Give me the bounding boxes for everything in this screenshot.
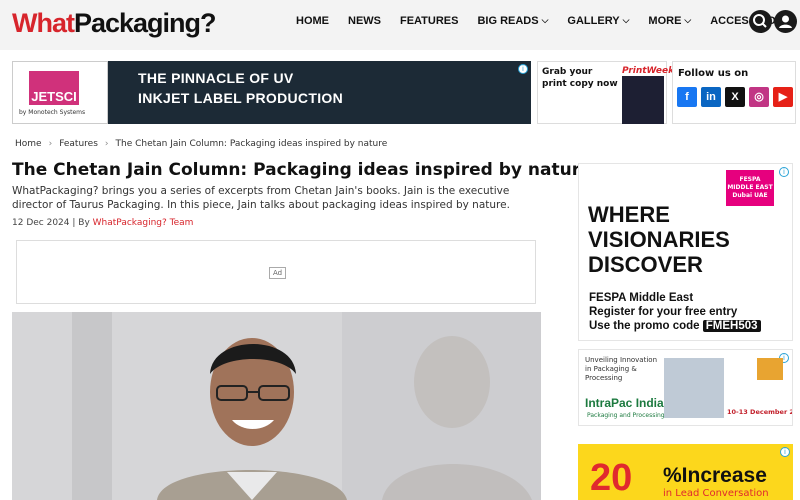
magazine-cover-image <box>622 76 664 124</box>
breadcrumb: Home › Features › The Chetan Jain Column… <box>15 139 387 149</box>
chevron-right-icon: › <box>104 139 109 149</box>
promo-code-badge: FMEH503 <box>702 320 761 332</box>
intrapac-date: 10-13 December 2025 <box>727 408 792 416</box>
follow-title: Follow us on <box>678 68 749 79</box>
site-header: WhatPackaging? HOME NEWS FEATURES BIG RE… <box>0 0 800 50</box>
chevron-down-icon: ⌵ <box>541 14 549 25</box>
article-date: 12 Dec 2024 <box>12 218 70 228</box>
intrapac-title: Unveiling Innovation in Packaging & Proc… <box>585 356 658 382</box>
article-hero-image <box>12 312 541 500</box>
intrapac-ad[interactable]: i Unveiling Innovation in Packaging & Pr… <box>578 349 793 426</box>
fespa-headline-3: DISCOVER <box>588 252 703 277</box>
article-author-link[interactable]: WhatPackaging? Team <box>93 218 194 228</box>
follow-us-panel: Follow us on f in X ◎ ▶ <box>672 61 796 124</box>
nav-home[interactable]: HOME <box>296 15 329 27</box>
breadcrumb-current: The Chetan Jain Column: Packaging ideas … <box>115 139 388 149</box>
nav-news-label: NEWS <box>348 15 381 27</box>
chevron-right-icon: › <box>48 139 53 149</box>
printweek-promo[interactable]: Grab your print copy now PrintWeek <box>537 61 674 124</box>
search-icon[interactable] <box>749 10 772 33</box>
site-logo[interactable]: WhatPackaging? <box>12 6 217 40</box>
fespa-headline-2: VISIONARIES <box>588 227 730 252</box>
article-meta: 12 Dec 2024 | By WhatPackaging? Team <box>12 218 194 228</box>
intrapac-name: IntraPac India <box>585 396 664 410</box>
jetsci-brand-sub: by Monotech Systems <box>19 109 86 116</box>
nav-news[interactable]: NEWS <box>348 15 381 27</box>
printweek-text: Grab your print copy now <box>542 67 618 89</box>
x-icon[interactable]: X <box>725 87 745 107</box>
increase-text: %Increase <box>663 464 767 487</box>
breadcrumb-features[interactable]: Features <box>59 139 98 149</box>
fespa-sub-3: Use the promo code <box>589 320 700 332</box>
ad-info-icon[interactable]: i <box>780 447 790 457</box>
nav-gallery[interactable]: GALLERY ⌵ <box>567 14 630 28</box>
logo-part-2: Packaging? <box>73 8 217 38</box>
nav-more[interactable]: MORE ⌵ <box>648 14 692 28</box>
intrapac-product-image <box>664 358 724 418</box>
jetsci-brand: JETSCI <box>29 71 79 105</box>
facebook-icon[interactable]: f <box>677 87 697 107</box>
banner-headline: THE PINNACLE OF UV INKJET LABEL PRODUCTI… <box>138 68 343 108</box>
nav-big-reads[interactable]: BIG READS ⌵ <box>477 14 549 28</box>
fespa-headline-1: WHERE <box>588 202 670 227</box>
nav-features[interactable]: FEATURES <box>400 15 458 27</box>
nav-more-label: MORE <box>648 15 682 27</box>
ad-label: Ad <box>269 267 287 279</box>
instagram-icon[interactable]: ◎ <box>749 87 769 107</box>
banner-headline-line-1: THE PINNACLE OF UV <box>138 70 294 86</box>
page-title: The Chetan Jain Column: Packaging ideas … <box>12 160 592 180</box>
chevron-down-icon: ⌵ <box>622 14 630 25</box>
inline-ad-slot[interactable]: Ad <box>16 240 536 304</box>
increase-number: 20 <box>590 457 633 499</box>
fespa-headline: WHERE VISIONARIES DISCOVER <box>588 202 730 277</box>
fespa-logo: FESPA MIDDLE EAST Dubai UAE <box>726 170 774 206</box>
ad-info-icon[interactable]: i <box>779 167 789 177</box>
ad-info-icon[interactable]: i <box>518 64 528 74</box>
fespa-sub-2: Register for your free entry <box>589 306 738 318</box>
logo-part-1: What <box>12 8 75 38</box>
user-account-icon[interactable] <box>774 10 797 33</box>
printweek-brand: PrintWeek <box>622 66 675 76</box>
nav-features-label: FEATURES <box>400 15 459 27</box>
article-summary: WhatPackaging? brings you a series of ex… <box>12 185 510 211</box>
nav-big-reads-label: BIG READS <box>477 15 539 27</box>
main-nav: HOME NEWS FEATURES BIG READS ⌵ GALLERY ⌵ M… <box>296 14 800 28</box>
breadcrumb-home[interactable]: Home <box>15 139 42 149</box>
linkedin-icon[interactable]: in <box>701 87 721 107</box>
increase-sub: in Lead Conversation <box>663 488 769 499</box>
nav-home-label: HOME <box>296 15 329 27</box>
fespa-ad[interactable]: i FESPA MIDDLE EAST Dubai UAE WHERE VISI… <box>578 163 793 341</box>
article-by: By <box>78 218 90 228</box>
banner-headline-line-2: INKJET LABEL PRODUCTION <box>138 90 343 106</box>
jetsci-banner-ad[interactable]: JETSCI by Monotech Systems THE PINNACLE … <box>12 61 531 124</box>
lead-conversion-ad[interactable]: i 20 %Increase in Lead Conversation <box>578 444 793 500</box>
chevron-down-icon: ⌵ <box>684 14 692 25</box>
fespa-sub-1: FESPA Middle East <box>589 292 694 304</box>
nav-gallery-label: GALLERY <box>567 15 620 27</box>
intrapac-sub: Packaging and Processing <box>587 412 665 419</box>
youtube-icon[interactable]: ▶ <box>773 87 793 107</box>
ipama-logo <box>757 358 783 380</box>
fespa-subtext: FESPA Middle East Register for your free… <box>589 291 761 333</box>
jetsci-logo: JETSCI by Monotech Systems <box>12 61 108 124</box>
